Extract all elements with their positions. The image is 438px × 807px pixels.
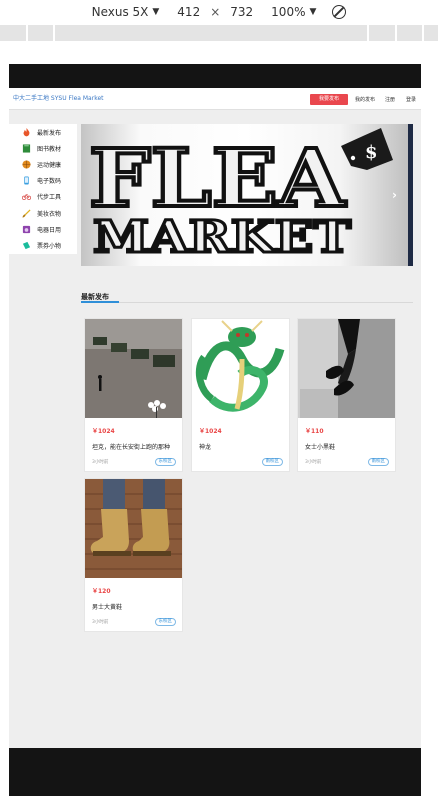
device-select[interactable]: Nexus 5X ▼ (92, 5, 160, 19)
product-image-yellow-boots (85, 479, 182, 578)
sidebar-item-label: 运动健康 (37, 161, 62, 169)
site-header: 中大二手工地 SYSU Flea Market 我要发布 我的发布 注册 登录 (9, 88, 421, 110)
carousel-next-button[interactable]: › (392, 188, 397, 202)
zoom-select[interactable]: 100% ▼ (271, 5, 316, 19)
product-title: 坦克，能在长安街上跑的那种 (92, 444, 171, 451)
campus-badge: 东校区 (154, 618, 176, 626)
site-logo[interactable]: 中大二手工地 SYSU Flea Market (13, 93, 104, 102)
my-posts-link[interactable]: 我的发布 (355, 96, 375, 103)
device-viewport: 中大二手工地 SYSU Flea Market 我要发布 我的发布 注册 登录 … (9, 64, 421, 796)
product-price: ￥110 (305, 428, 324, 435)
product-card[interactable]: ￥110 女士小黑鞋 3小时前 南校区 (297, 318, 396, 472)
sidebar-item-label: 电器日用 (37, 226, 62, 234)
flea-market-banner-image: FLEA MARKET $ (87, 128, 393, 265)
product-title: 女士小黑鞋 (305, 444, 336, 451)
device-name: Nexus 5X (91, 5, 149, 19)
product-image-tank (85, 319, 182, 418)
sidebar-item-label: 票券小物 (37, 242, 62, 250)
campus-badge: 东校区 (154, 458, 176, 466)
product-price: ￥120 (92, 588, 111, 595)
sidebar-item-tickets[interactable]: 票券小物 (9, 237, 77, 253)
appliance-icon (22, 225, 31, 233)
campus-badge: 南校区 (261, 458, 283, 466)
sidebar-item-electronics[interactable]: 电子数码 (9, 173, 77, 189)
product-price: ￥1024 (92, 428, 115, 435)
book-icon (22, 144, 31, 153)
device-toolbar-row: Nexus 5X ▼ 412 × 732 100% ▼ (0, 2, 438, 22)
navigation-bar (9, 748, 421, 796)
times-sign: × (210, 5, 221, 19)
product-image-dragon (192, 319, 289, 418)
caret-down-icon: ▼ (309, 7, 317, 17)
sidebar-item-sports[interactable]: 运动健康 (9, 156, 77, 172)
section-active-underline (81, 301, 119, 303)
product-title: 神龙 (199, 444, 212, 451)
category-sidebar: 最新发布 图书教材 运动健康 电子数码 代步工具 美妆衣物 电器日用 票券小物 (9, 124, 77, 254)
ball-icon (22, 160, 31, 169)
sidebar-item-transport[interactable]: 代步工具 (9, 189, 77, 205)
zoom-level: 100% (271, 5, 306, 19)
product-card[interactable]: ￥120 男士大黄鞋 3小时前 东校区 (84, 478, 183, 632)
product-time: 3小时前 (92, 620, 109, 625)
product-title: 男士大黄鞋 (92, 604, 123, 611)
product-time: 3小时前 (305, 460, 322, 465)
bike-icon (22, 194, 31, 201)
sidebar-item-label: 电子数码 (37, 178, 62, 186)
price-tag-icon: $ (341, 128, 393, 170)
brush-icon (22, 208, 31, 218)
banner-carousel[interactable]: FLEA MARKET $ › (81, 124, 413, 266)
product-card[interactable]: ￥1024 坦克，能在长安街上跑的那种 3小时前 东校区 (84, 318, 183, 472)
viewport-width[interactable]: 412 (177, 5, 200, 19)
product-time: 3小时前 (92, 460, 109, 465)
campus-badge: 南校区 (367, 458, 389, 466)
phone-icon (24, 176, 29, 185)
sidebar-item-label: 代步工具 (37, 194, 62, 202)
register-link[interactable]: 注册 (385, 96, 395, 103)
sidebar-item-appliances[interactable]: 电器日用 (9, 221, 77, 237)
banner-edge (408, 124, 413, 266)
sidebar-item-label: 图书教材 (37, 145, 62, 153)
rotate-icon[interactable] (332, 5, 347, 19)
fire-icon (23, 127, 30, 136)
publish-button[interactable]: 我要发布 (310, 94, 348, 105)
sidebar-item-latest[interactable]: 最新发布 (9, 124, 77, 140)
product-image-black-shoes (298, 319, 395, 418)
banner-word-market: MARKET (93, 212, 351, 263)
media-query-bar[interactable] (0, 25, 438, 41)
ticket-icon (22, 241, 31, 250)
status-bar (9, 64, 421, 88)
caret-down-icon: ▼ (152, 7, 160, 17)
banner-word-flea: FLEA (89, 131, 346, 225)
product-card[interactable]: ￥1024 神龙 南校区 (191, 318, 290, 472)
sidebar-item-label: 美妆衣物 (37, 210, 62, 218)
sidebar-item-beauty[interactable]: 美妆衣物 (9, 205, 77, 221)
price-tag-symbol: $ (365, 142, 378, 163)
sidebar-item-books[interactable]: 图书教材 (9, 140, 77, 156)
section-divider (81, 302, 413, 303)
devtools-device-toolbar: Nexus 5X ▼ 412 × 732 100% ▼ (0, 0, 438, 44)
viewport-height[interactable]: 732 (230, 5, 253, 19)
login-link[interactable]: 登录 (406, 96, 416, 103)
product-price: ￥1024 (199, 428, 222, 435)
sidebar-item-label: 最新发布 (37, 129, 62, 137)
